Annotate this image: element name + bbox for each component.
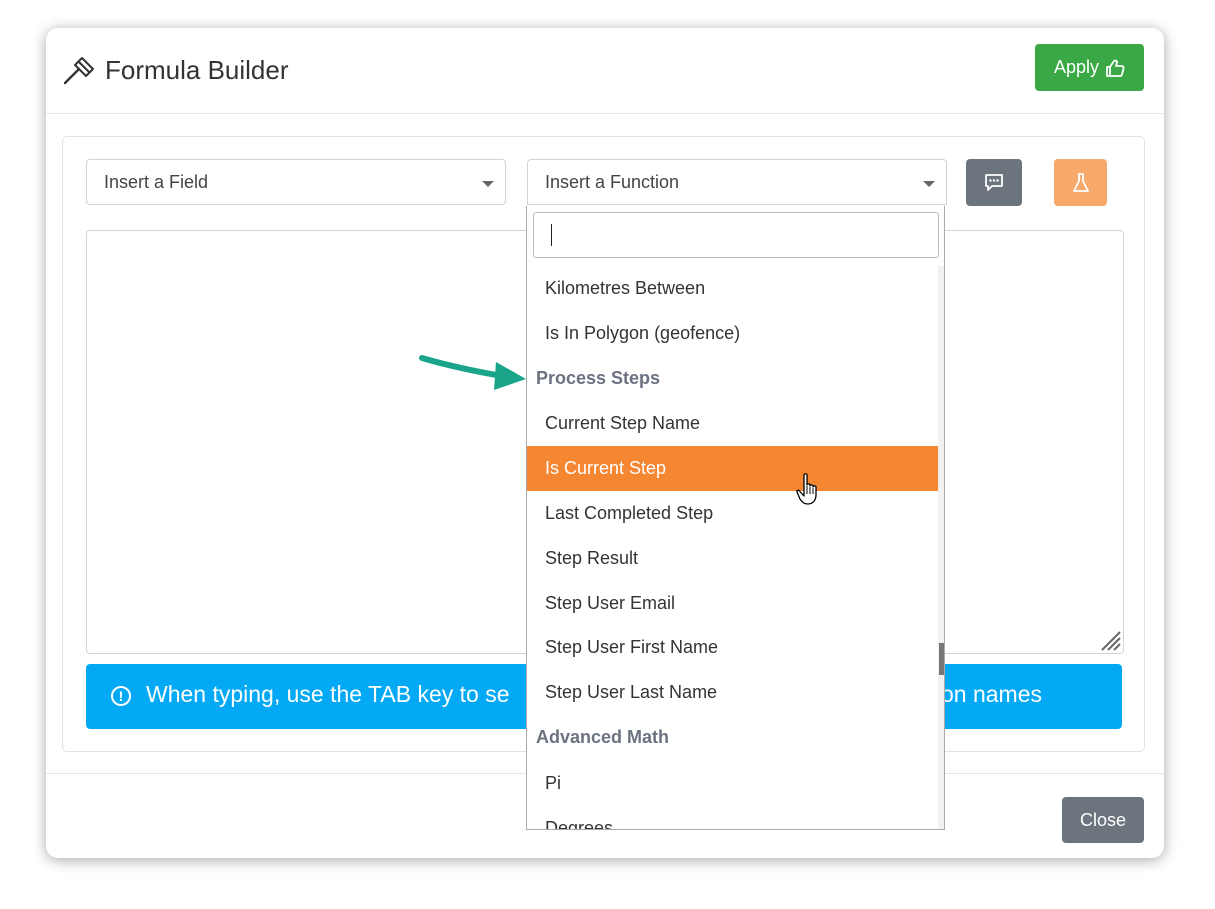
insert-function-placeholder: Insert a Function — [545, 172, 680, 192]
info-text-right: on names — [941, 681, 1043, 707]
text-cursor — [551, 224, 552, 246]
option-label: Degrees — [545, 818, 614, 830]
chevron-down-icon — [923, 181, 935, 187]
comment-dots-icon — [985, 173, 1003, 191]
test-formula-button[interactable] — [1054, 159, 1107, 206]
dropdown-option[interactable]: Step User First Name — [527, 625, 938, 670]
dropdown-option[interactable]: Is In Polygon (geofence) — [527, 311, 938, 356]
dropdown-option[interactable]: Pi — [527, 761, 938, 806]
hammer-icon — [63, 57, 94, 85]
comment-button[interactable] — [966, 159, 1022, 206]
modal-title: Formula Builder — [105, 55, 289, 85]
option-label: Last Completed Step — [545, 503, 714, 523]
dropdown-option[interactable]: Kilometres Between — [527, 266, 938, 311]
dropdown-option[interactable]: Step User Email — [527, 581, 938, 626]
dropdown-group-header: Advanced Math — [527, 715, 938, 760]
chevron-down-icon — [482, 181, 494, 187]
dropdown-option-highlighted[interactable]: Is Current Step — [527, 446, 938, 491]
dropdown-option[interactable]: Current Step Name — [527, 401, 938, 446]
option-label: Step User First Name — [545, 637, 719, 657]
insert-field-select[interactable]: Insert a Field — [86, 159, 506, 205]
option-label: Kilometres Between — [545, 278, 706, 298]
flask-icon — [1072, 172, 1089, 192]
function-search-input[interactable] — [533, 212, 939, 258]
group-label: Process Steps — [536, 368, 661, 388]
option-label: Is In Polygon (geofence) — [545, 323, 741, 343]
dropdown-option[interactable]: Degrees — [527, 806, 938, 830]
thumbs-up-icon — [1106, 59, 1125, 77]
apply-button[interactable]: Apply — [1035, 44, 1144, 91]
dropdown-option[interactable]: Step Result — [527, 536, 938, 581]
exclamation-circle-icon: ! — [111, 686, 131, 706]
dropdown-group-header: Process Steps — [527, 356, 938, 401]
function-dropdown: Kilometres Between Is In Polygon (geofen… — [526, 206, 945, 830]
option-label: Step Result — [545, 548, 639, 568]
dropdown-scrollbar[interactable] — [938, 266, 944, 829]
dropdown-option[interactable]: Last Completed Step — [527, 491, 938, 536]
scrollbar-thumb[interactable] — [939, 643, 944, 675]
resize-handle-icon[interactable] — [1097, 627, 1121, 651]
option-label: Step User Last Name — [545, 682, 718, 702]
apply-label: Apply — [1053, 57, 1100, 77]
option-label: Pi — [545, 773, 562, 793]
hand-pointer-icon — [796, 473, 817, 505]
insert-field-placeholder: Insert a Field — [104, 172, 209, 192]
close-button[interactable]: Close — [1062, 797, 1144, 843]
info-text-left: When typing, use the TAB key to se — [146, 681, 510, 707]
option-label: Current Step Name — [545, 413, 701, 433]
option-label: Is Current Step — [545, 458, 667, 478]
annotation-arrow-icon — [419, 355, 526, 390]
modal-header: Formula Builder Apply — [46, 28, 1164, 114]
insert-function-select[interactable]: Insert a Function — [527, 159, 947, 205]
option-label: Step User Email — [545, 593, 676, 613]
dropdown-option[interactable]: Step User Last Name — [527, 670, 938, 715]
group-label: Advanced Math — [536, 727, 670, 747]
